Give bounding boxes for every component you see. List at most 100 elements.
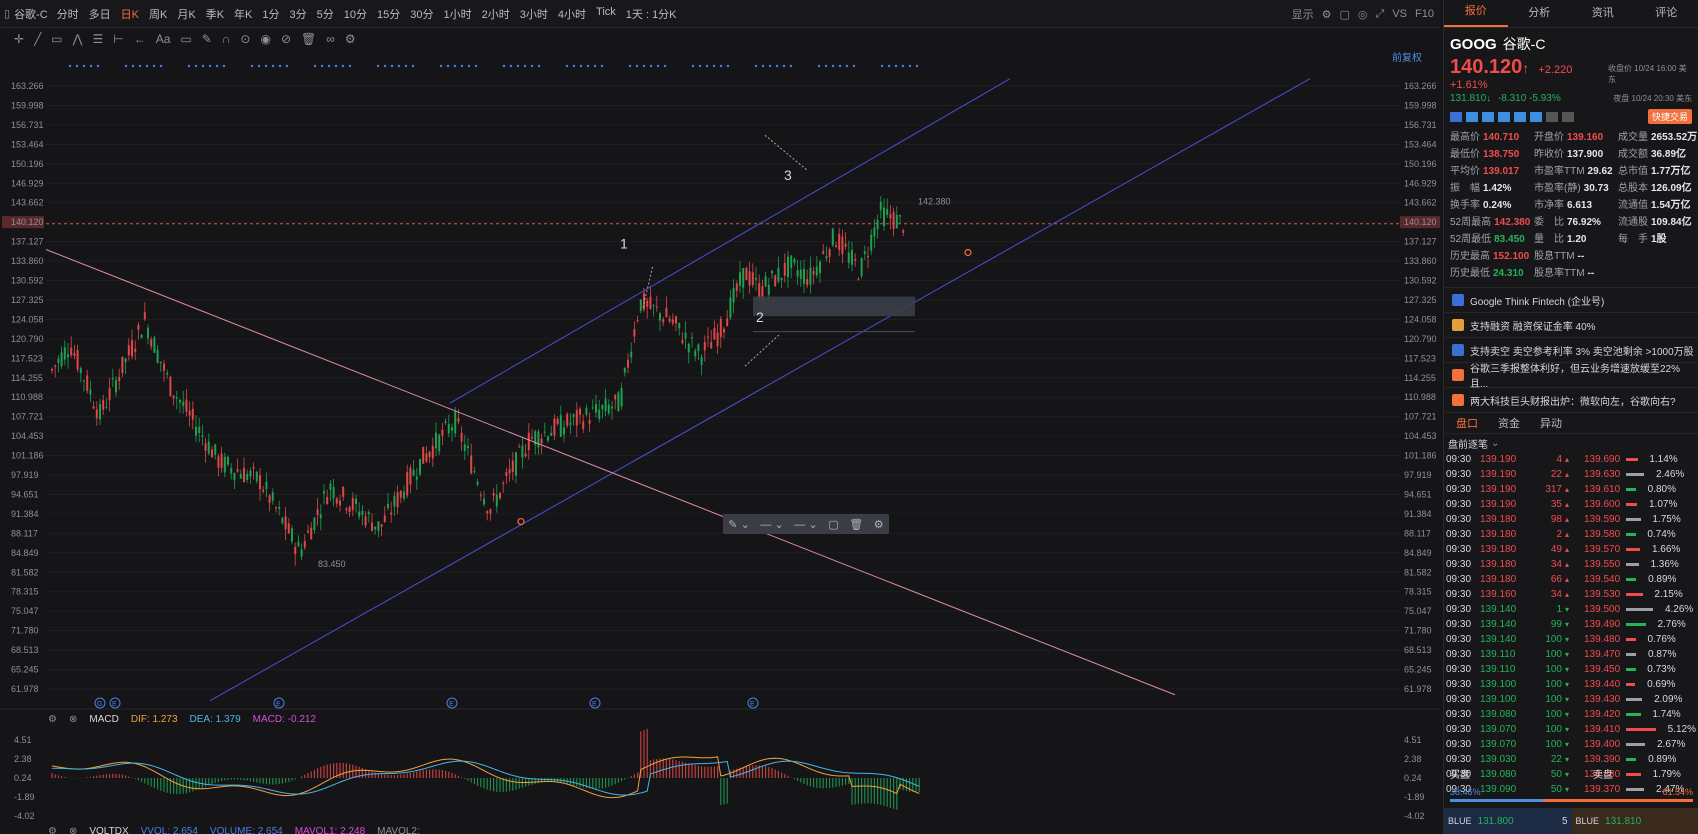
stat-key: 平均价 xyxy=(1450,166,1480,177)
panel-tab[interactable]: 评论 xyxy=(1635,4,1698,27)
trade-qty: 98 xyxy=(1550,514,1562,525)
vol-settings-icon[interactable]: ⚙ xyxy=(48,826,57,834)
channel-lower-line xyxy=(209,78,1311,702)
stat-item: 开盘价 139.160 xyxy=(1534,128,1618,143)
stat-key: 最低价 xyxy=(1450,149,1480,160)
line-width-icon[interactable]: — ⌄ xyxy=(794,518,817,531)
fullscreen-icon[interactable]: ⤢ xyxy=(1376,8,1385,21)
trash-icon[interactable]: 🗑 xyxy=(301,32,316,46)
lock-drawing-icon[interactable]: ▢ xyxy=(828,518,838,531)
macd-settings-icon[interactable]: ⚙ xyxy=(48,714,57,725)
sub-tab[interactable]: 盘口 xyxy=(1456,415,1478,431)
panel-tab[interactable]: 报价 xyxy=(1444,2,1508,27)
news-item[interactable]: 谷歌三季报整体利好，但云业务增速放缓至22%且... xyxy=(1444,362,1698,390)
drawing-settings-icon[interactable]: ⚙ xyxy=(345,32,356,46)
event-dot xyxy=(460,64,464,68)
macd-close-icon[interactable]: ⊗ xyxy=(69,714,77,725)
trendline-icon[interactable]: ╱ xyxy=(34,32,41,46)
brush-icon[interactable]: ✎ xyxy=(202,32,212,46)
vs-button[interactable]: VS xyxy=(1392,8,1407,20)
price-tick-left: 75.047 xyxy=(11,606,39,616)
timeframe-tab[interactable]: 1分 xyxy=(257,6,284,22)
timeframe-tab[interactable]: 10分 xyxy=(339,6,372,22)
stat-value: 109.84亿 xyxy=(1651,217,1692,228)
candle-body xyxy=(444,420,447,423)
candle-body xyxy=(659,313,661,321)
candle-body xyxy=(809,267,812,285)
bid-size: 5 xyxy=(1561,815,1568,827)
timeframe-tab[interactable]: 2小时 xyxy=(477,6,515,22)
candle-body xyxy=(547,436,549,441)
hide-icon[interactable]: ⊘ xyxy=(281,32,291,46)
pattern-icon[interactable]: ⋀ xyxy=(73,32,83,46)
timeframe-tab[interactable]: 15分 xyxy=(372,6,405,22)
news-item[interactable]: 支持融资 融资保证金率 40% xyxy=(1444,312,1698,337)
comment-icon[interactable]: ▭ xyxy=(180,32,191,46)
sub-tab[interactable]: 异动 xyxy=(1540,415,1562,431)
layout-split-icon[interactable]: ▢ xyxy=(1340,8,1350,21)
measure-icon[interactable]: ⊢ xyxy=(113,32,123,46)
lock-icon[interactable]: ⊙ xyxy=(240,32,250,46)
vol-name[interactable]: VOLTDX xyxy=(89,826,128,834)
timeframe-tab[interactable]: 季K xyxy=(201,6,229,22)
timeframe-tab[interactable]: 月K xyxy=(172,6,200,22)
down-triangle-icon: ▾ xyxy=(1564,605,1569,614)
f10-button[interactable]: F10 xyxy=(1415,8,1434,20)
rectangle-icon[interactable]: ▭ xyxy=(51,32,62,46)
news-item[interactable]: 两大科技巨头财报出炉：微软向左，谷歌向右? xyxy=(1444,387,1698,412)
down-triangle-icon: ▾ xyxy=(1564,755,1569,764)
timeframe-tab[interactable]: 周K xyxy=(144,6,172,22)
panel-tab[interactable]: 资讯 xyxy=(1571,4,1635,27)
line-style-icon[interactable]: — ⌄ xyxy=(760,518,783,531)
timeframe-tab[interactable]: 4小时 xyxy=(553,6,591,22)
drawing-gear-icon[interactable]: ⚙ xyxy=(874,518,884,531)
candle-body xyxy=(556,418,559,425)
timeframe-tab[interactable]: 日K xyxy=(116,6,144,22)
chevron-down-icon[interactable]: ⌄ xyxy=(1491,438,1499,449)
candle-body xyxy=(531,437,533,439)
timeframe-tab[interactable]: Tick xyxy=(591,6,621,22)
macd-name[interactable]: MACD xyxy=(89,714,118,725)
candle-body xyxy=(607,404,610,414)
timeframe-tab[interactable]: 年K xyxy=(229,6,257,22)
arrow-icon[interactable]: ← xyxy=(134,32,146,46)
settings-icon[interactable]: ⚙ xyxy=(1322,8,1332,21)
timeframe-tab[interactable]: 3分 xyxy=(285,6,312,22)
news-item[interactable]: Google Think Fintech (企业号) xyxy=(1444,287,1698,312)
adjust-label[interactable]: 前复权 xyxy=(1392,49,1422,64)
price-tick-left: 114.255 xyxy=(11,373,43,383)
delete-drawing-icon[interactable]: 🗑 xyxy=(849,518,863,531)
timeframe-tab[interactable]: 1小时 xyxy=(439,6,477,22)
up-triangle-icon: ▴ xyxy=(1564,530,1569,539)
drawing-toolbar: ✛ ╱ ▭ ⋀ ☰ ⊢ ← Aa ▭ ✎ ∩ ⊙ ◉ ⊘ 🗑 ∞ ⚙ xyxy=(0,28,1440,50)
panel-tab[interactable]: 分析 xyxy=(1508,4,1572,27)
news-item[interactable]: 支持卖空 卖空参考利率 3% 卖空池剩余 >1000万股 xyxy=(1444,337,1698,362)
price-tick-left: 146.929 xyxy=(11,178,44,188)
timeframe-tab[interactable]: 分时 xyxy=(52,6,84,22)
text-icon[interactable]: Aa xyxy=(156,32,171,46)
price-tick-left: 127.325 xyxy=(11,295,44,305)
link-icon[interactable]: ∞ xyxy=(326,32,335,46)
quick-trade-button[interactable]: 快捷交易 xyxy=(1647,109,1692,124)
vol-close-icon[interactable]: ⊗ xyxy=(69,826,77,834)
timeframe-tab[interactable]: 5分 xyxy=(312,6,339,22)
sub-tab[interactable]: 资金 xyxy=(1498,415,1520,431)
event-dot xyxy=(887,64,891,68)
symbol-selector[interactable]: 谷歌-C xyxy=(14,6,48,22)
camera-icon[interactable]: ◎ xyxy=(1358,8,1368,21)
timeframe-tab[interactable]: 多日 xyxy=(84,6,116,22)
crosshair-icon[interactable]: ✛ xyxy=(14,32,24,46)
timeframe-tab[interactable]: 3小时 xyxy=(515,6,553,22)
candle-body xyxy=(668,318,671,322)
fib-icon[interactable]: ☰ xyxy=(92,32,103,46)
eye-icon[interactable]: ◉ xyxy=(260,32,270,46)
timeframe-tab[interactable]: 1天 : 1分K xyxy=(621,6,682,22)
candle-body xyxy=(473,471,476,473)
layout-icon[interactable]: ▯ xyxy=(4,7,10,20)
magnet-icon[interactable]: ∩ xyxy=(222,32,231,46)
pencil-icon[interactable]: ✎ ⌄ xyxy=(728,518,750,531)
quote-header: GOOG 谷歌-C 140.120↑ +2.220 +1.61% 收盘价 10/… xyxy=(1444,28,1698,124)
trades-title[interactable]: 盘前逐笔 xyxy=(1448,436,1488,451)
display-menu[interactable]: 显示 xyxy=(1292,6,1314,22)
timeframe-tab[interactable]: 30分 xyxy=(405,6,438,22)
